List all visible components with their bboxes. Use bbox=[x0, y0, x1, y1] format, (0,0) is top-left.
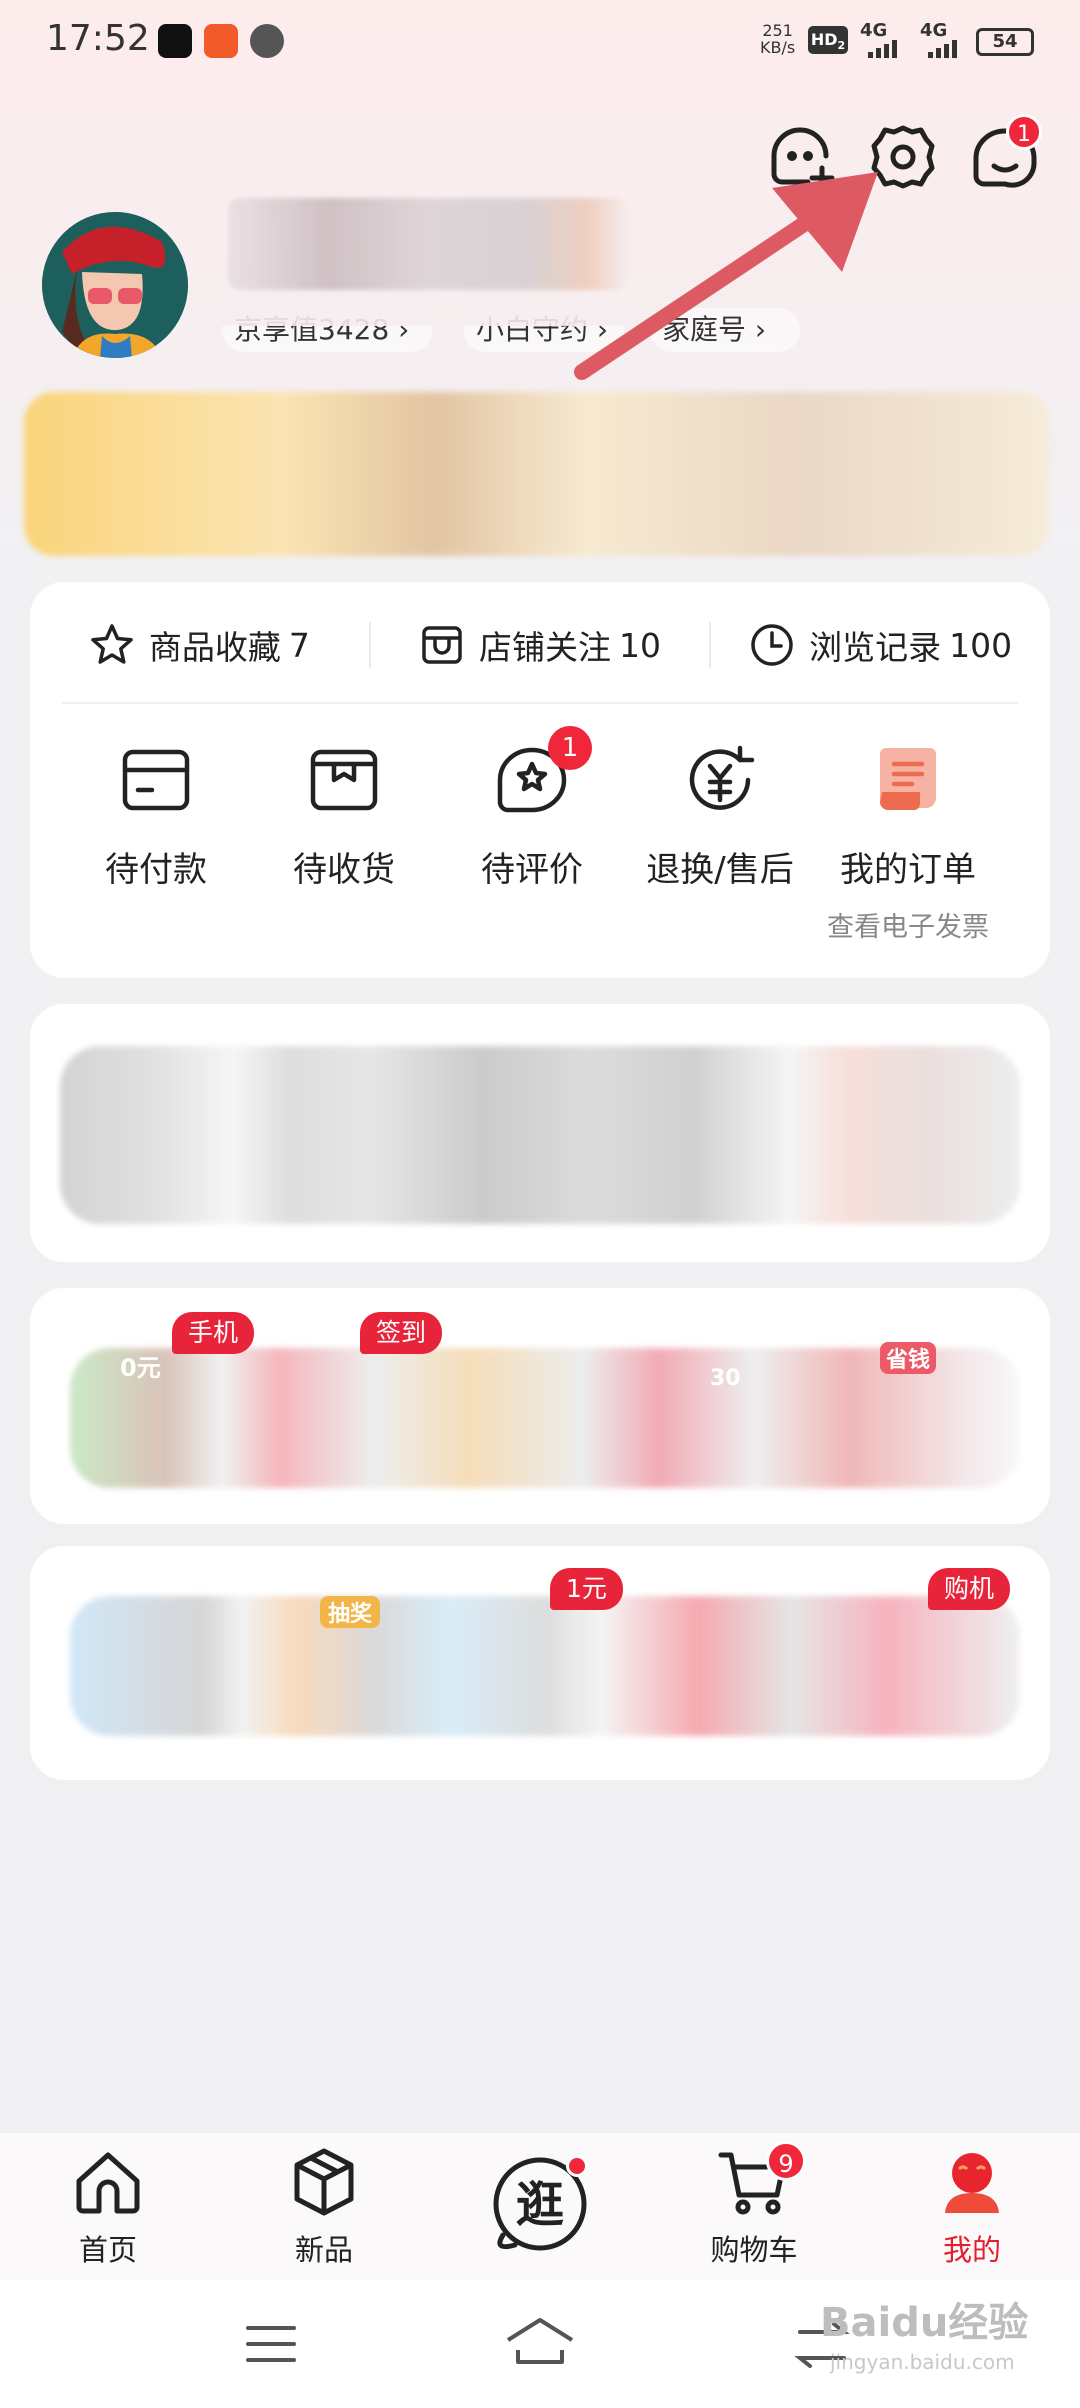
nav-me[interactable]: 我的 bbox=[902, 2145, 1042, 2269]
favorites-row: 商品收藏 7 店铺关注 10 浏览记录 100 bbox=[30, 614, 1050, 676]
phone-tag: 手机 bbox=[172, 1312, 255, 1354]
refund-icon bbox=[689, 745, 755, 810]
blurred-service-card[interactable] bbox=[30, 1004, 1050, 1262]
hd-voice-icon: HD2 bbox=[808, 26, 848, 54]
favorite-goods-label: 商品收藏 bbox=[148, 628, 281, 667]
nav-home[interactable]: 首页 bbox=[38, 2145, 178, 2269]
followed-stores-label: 店铺关注 bbox=[479, 628, 611, 667]
store-icon bbox=[422, 626, 462, 664]
home-nav-icon[interactable] bbox=[504, 2316, 576, 2370]
blurred-content bbox=[70, 1348, 1020, 1488]
followed-stores[interactable]: 店铺关注 10 bbox=[371, 621, 710, 669]
favorite-goods[interactable]: 商品收藏 7 bbox=[30, 621, 369, 669]
order-list-icon bbox=[880, 748, 936, 810]
clock: 17:52 bbox=[46, 18, 150, 59]
signal-label-1: 4G bbox=[860, 20, 888, 41]
pending-receipt-label: 待收货 bbox=[293, 850, 395, 890]
lottery-tag: 抽奖 bbox=[320, 1596, 381, 1628]
browsing-history[interactable]: 浏览记录 100 bbox=[711, 621, 1050, 669]
kuaishou-app-icon bbox=[204, 24, 238, 58]
hd-sub: 2 bbox=[837, 39, 846, 53]
package-icon bbox=[310, 749, 378, 811]
refund-aftersales[interactable]: 退换/售后 bbox=[626, 740, 814, 944]
my-orders[interactable]: 我的订单 查看电子发票 bbox=[814, 740, 1002, 944]
blurred-promo-card-1[interactable]: 手机 签到 0元 省钱 30 bbox=[30, 1288, 1050, 1524]
membership-banner-blurred[interactable] bbox=[24, 392, 1050, 556]
wallet-icon bbox=[122, 749, 190, 811]
capcut-app-icon bbox=[158, 24, 192, 58]
favorite-goods-count: 7 bbox=[288, 625, 310, 665]
battery-icon: 54 bbox=[976, 28, 1034, 56]
nav-cart[interactable]: 9 购物车 bbox=[684, 2141, 824, 2269]
sign-in-tag: 签到 bbox=[360, 1312, 443, 1354]
menu-icon[interactable] bbox=[244, 2322, 298, 2370]
signal-bars-1-icon bbox=[868, 40, 897, 58]
blurred-promo-card-2[interactable]: 1元 购机 抽奖 bbox=[30, 1546, 1050, 1780]
pending-receipt[interactable]: 待收货 bbox=[250, 740, 438, 944]
nav-explore[interactable]: 逛 bbox=[470, 2149, 610, 2259]
browsing-history-label: 浏览记录 bbox=[809, 628, 942, 667]
home-icon bbox=[76, 2152, 140, 2214]
speed-gauge-icon bbox=[250, 24, 284, 58]
baidu-watermark-url: jingyan.baidu.com bbox=[830, 2350, 1015, 2374]
order-status-row: 待付款 待收货 1 待评价 退换/售后 我的订单 查看电子发票 bbox=[30, 726, 1050, 944]
pending-payment[interactable]: 待付款 bbox=[62, 740, 250, 944]
pending-review-badge: 1 bbox=[548, 726, 592, 770]
nav-cart-label: 购物车 bbox=[710, 2233, 798, 2267]
network-speed-value: 251 bbox=[762, 21, 793, 40]
message-badge: 1 bbox=[1006, 114, 1042, 150]
pending-review[interactable]: 1 待评价 bbox=[438, 726, 626, 944]
my-orders-label: 我的订单 bbox=[840, 850, 976, 890]
nav-new-label: 新品 bbox=[294, 2233, 353, 2267]
blurred-content bbox=[60, 1046, 1020, 1224]
cart-badge: 9 bbox=[766, 2141, 806, 2181]
signal-bars-2-icon bbox=[928, 40, 957, 58]
status-bar: 17:52 251 KB/s HD2 4G 4G 54 bbox=[0, 0, 1080, 80]
buy-phone-tag: 购机 bbox=[928, 1568, 1011, 1610]
zero-yuan-text: 0元 bbox=[120, 1354, 161, 1382]
baidu-watermark: Baidu经验 bbox=[820, 2300, 1029, 2346]
blurred-content bbox=[70, 1596, 1020, 1736]
pending-review-label: 待评价 bbox=[481, 850, 583, 890]
profile-icon bbox=[945, 2153, 999, 2213]
avatar[interactable] bbox=[42, 212, 188, 358]
nav-new[interactable]: 新品 bbox=[254, 2145, 394, 2269]
pending-payment-label: 待付款 bbox=[105, 850, 207, 890]
nav-explore-label: 逛 bbox=[516, 2177, 564, 2233]
signal-label-2: 4G bbox=[920, 20, 948, 41]
save-money-tag: 省钱 bbox=[880, 1342, 937, 1374]
followed-stores-count: 10 bbox=[619, 625, 661, 665]
orders-card: 商品收藏 7 店铺关注 10 浏览记录 100 待付款 待收货 1 待评价 退换… bbox=[30, 582, 1050, 978]
network-speed: 251 KB/s bbox=[760, 22, 795, 56]
browsing-history-count: 100 bbox=[949, 625, 1013, 665]
nav-explore-dot bbox=[566, 2155, 588, 2177]
star-icon bbox=[91, 624, 133, 664]
section-divider bbox=[62, 702, 1018, 704]
network-speed-unit: KB/s bbox=[760, 38, 796, 57]
clock-icon bbox=[751, 624, 793, 666]
nav-me-label: 我的 bbox=[942, 2233, 1001, 2267]
annotation-arrow bbox=[574, 172, 878, 380]
thirty-text: 30 bbox=[710, 1366, 741, 1391]
view-e-invoice-link[interactable]: 查看电子发票 bbox=[827, 905, 989, 944]
hd-label: HD bbox=[810, 30, 838, 49]
cube-icon bbox=[294, 2148, 354, 2216]
bottom-nav: 首页 新品 逛 9 购物车 我的 bbox=[0, 2132, 1080, 2280]
nav-home-label: 首页 bbox=[78, 2233, 137, 2267]
one-yuan-tag: 1元 bbox=[550, 1568, 623, 1610]
refund-aftersales-label: 退换/售后 bbox=[646, 850, 794, 890]
